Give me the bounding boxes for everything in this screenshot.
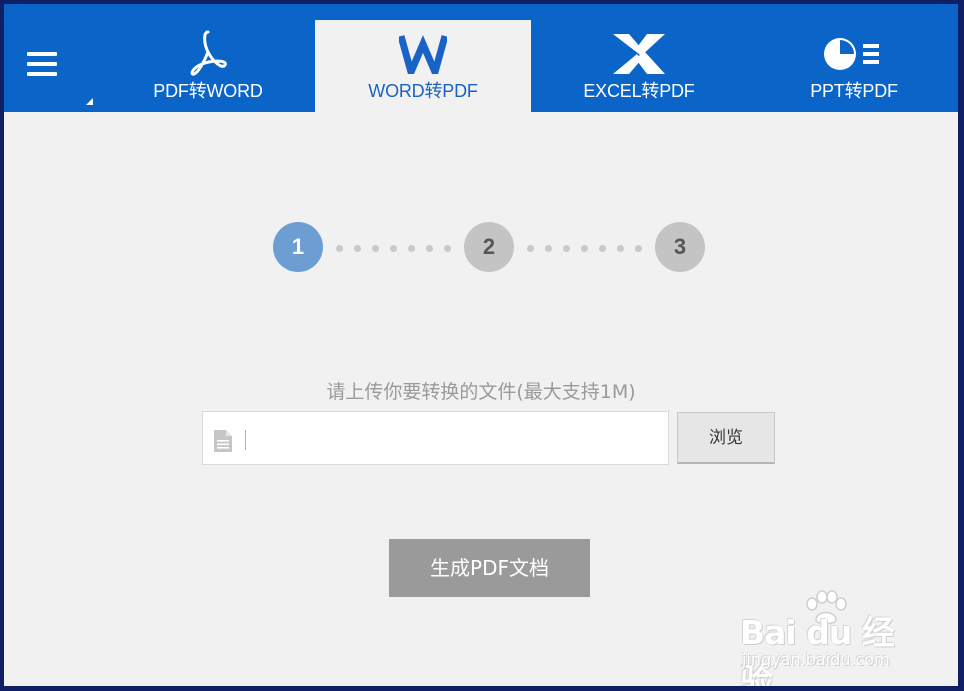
step-connector-dot bbox=[390, 245, 397, 252]
app-frame: PDF转WORD WORD转PDF EXCEL转PDF PPT转PDF 1 2 … bbox=[4, 4, 958, 686]
step-connector-dot bbox=[563, 245, 570, 252]
step-1: 1 bbox=[273, 222, 323, 272]
step-connector-dot bbox=[599, 245, 606, 252]
file-path-input[interactable] bbox=[251, 422, 651, 456]
menu-button[interactable] bbox=[4, 4, 100, 112]
step-connector-dot bbox=[372, 245, 379, 252]
step-connector-dot bbox=[426, 245, 433, 252]
tab-label: PDF转WORD bbox=[153, 81, 263, 101]
tab-ppt-to-pdf[interactable]: PPT转PDF bbox=[746, 4, 958, 112]
file-path-field[interactable] bbox=[202, 411, 669, 465]
menu-corner-marker bbox=[86, 98, 93, 105]
watermark-logo-text: Bai du 经验 bbox=[740, 613, 895, 686]
upload-hint: 请上传你要转换的文件(最大支持1M) bbox=[326, 381, 636, 403]
ppt-icon bbox=[823, 36, 885, 77]
step-connector-dot bbox=[408, 245, 415, 252]
browse-button[interactable]: 浏览 bbox=[677, 412, 775, 464]
step-connector-dot bbox=[354, 245, 361, 252]
baidu-jingyan-watermark: Bai du 经验 jingyan.baidu.com bbox=[732, 588, 922, 686]
tab-label: EXCEL转PDF bbox=[583, 81, 695, 101]
step-connector-dot bbox=[581, 245, 588, 252]
step-connector-dot bbox=[444, 245, 451, 252]
acrobat-icon bbox=[188, 30, 228, 81]
document-icon bbox=[213, 429, 233, 458]
tab-pdf-to-word[interactable]: PDF转WORD bbox=[100, 4, 316, 112]
progress-stepper: 1 2 3 bbox=[272, 222, 712, 276]
tab-label: PPT转PDF bbox=[810, 81, 898, 101]
step-connector-dot bbox=[545, 245, 552, 252]
excel-icon bbox=[611, 32, 667, 81]
tab-word-to-pdf[interactable]: WORD转PDF bbox=[315, 20, 531, 112]
watermark-url: jingyan.baidu.com bbox=[742, 650, 890, 669]
step-connector-dot bbox=[336, 245, 343, 252]
step-connector-dot bbox=[617, 245, 624, 252]
step-3: 3 bbox=[655, 222, 705, 272]
step-2: 2 bbox=[464, 222, 514, 272]
step-connector-dot bbox=[635, 245, 642, 252]
text-cursor bbox=[245, 430, 246, 450]
top-nav-bar: PDF转WORD WORD转PDF EXCEL转PDF PPT转PDF bbox=[4, 4, 958, 112]
tab-excel-to-pdf[interactable]: EXCEL转PDF bbox=[531, 4, 747, 112]
generate-pdf-button[interactable]: 生成PDF文档 bbox=[389, 539, 590, 597]
step-connector-dot bbox=[527, 245, 534, 252]
word-icon bbox=[397, 34, 449, 83]
tab-label: WORD转PDF bbox=[368, 81, 478, 101]
